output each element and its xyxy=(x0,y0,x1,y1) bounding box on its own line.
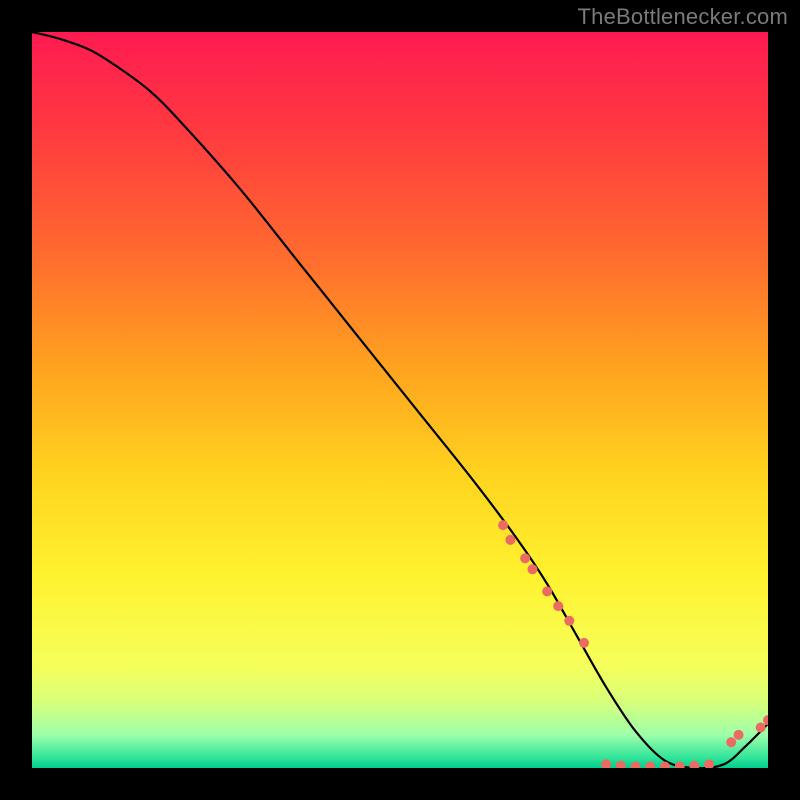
chart-canvas: TheBottlenecker.com xyxy=(0,0,800,800)
data-marker xyxy=(645,762,655,768)
data-marker xyxy=(579,638,589,648)
watermark-text: TheBottlenecker.com xyxy=(578,4,788,30)
data-marker xyxy=(734,730,744,740)
chart-curve xyxy=(32,32,768,768)
data-marker xyxy=(726,737,736,747)
data-marker xyxy=(505,535,515,545)
plot-area xyxy=(32,32,768,768)
data-marker xyxy=(542,586,552,596)
data-marker xyxy=(527,564,537,574)
data-marker xyxy=(616,761,626,768)
data-marker xyxy=(553,601,563,611)
data-marker xyxy=(498,520,508,530)
data-marker xyxy=(564,616,574,626)
data-marker xyxy=(601,759,611,768)
data-marker xyxy=(756,723,766,733)
data-marker xyxy=(631,762,641,768)
data-marker xyxy=(704,759,714,768)
data-marker xyxy=(675,762,685,768)
data-marker xyxy=(520,553,530,563)
data-marker xyxy=(689,761,699,768)
